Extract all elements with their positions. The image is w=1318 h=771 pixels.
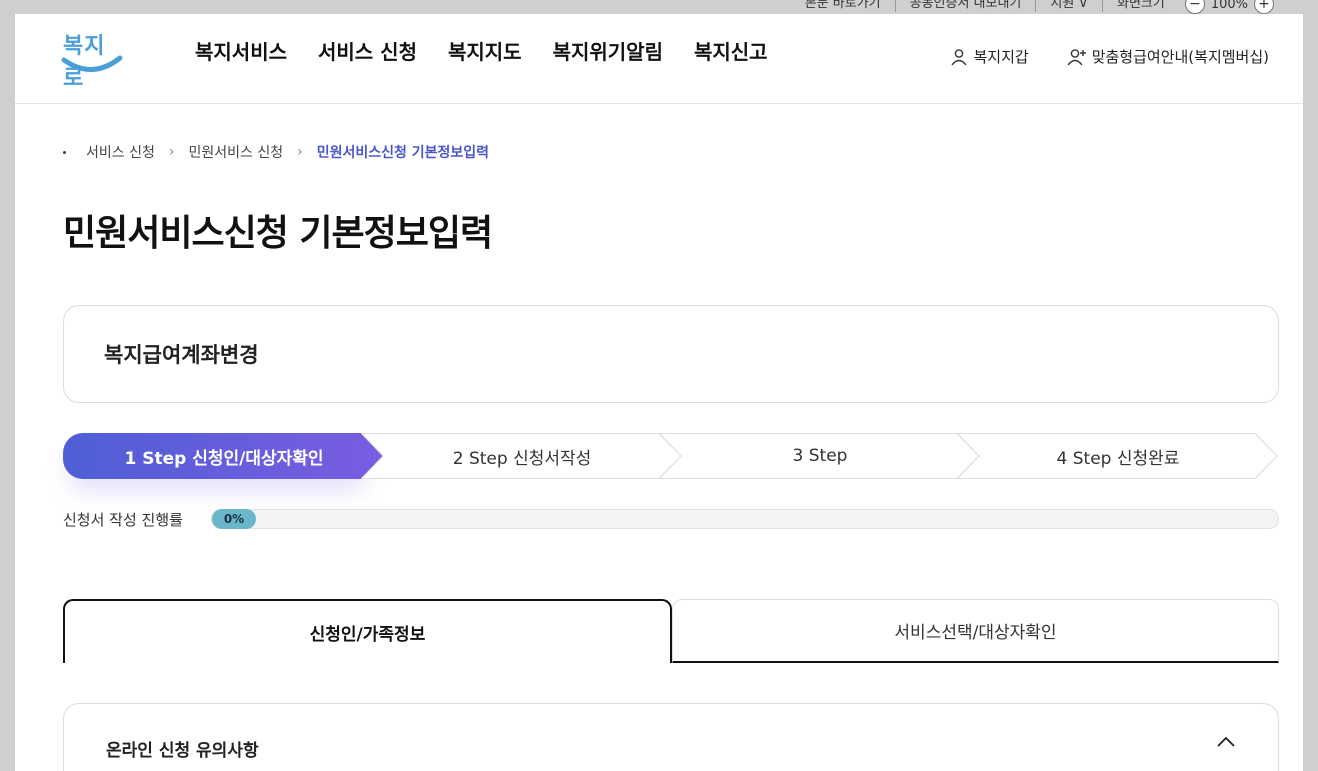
member-menu: 복지지갑 맞춤형급여안내(복지멤버십): [950, 46, 1269, 67]
form-tabs: 신청인/가족정보 서비스선택/대상자확인: [63, 599, 1279, 663]
support-dropdown[interactable]: 지원 ∨: [1036, 0, 1103, 12]
progress-track: 0%: [211, 509, 1279, 529]
welfare-wallet-label: 복지지갑: [973, 48, 1029, 66]
nav-welfare-map[interactable]: 복지지도: [448, 36, 522, 65]
breadcrumb-item-service-application[interactable]: 서비스 신청: [86, 142, 155, 162]
membership-link[interactable]: 맞춤형급여안내(복지멤버십): [1067, 46, 1269, 67]
zoom-in-button[interactable]: +: [1254, 0, 1274, 14]
logo-smile-icon: [61, 55, 123, 72]
breadcrumb-current: 민원서비스신청 기본정보입력: [316, 145, 490, 161]
step-1-label: 1 Step 신청인/대상자확인: [124, 448, 324, 469]
page: 복지로 복지서비스 서비스 신청 복지지도 복지위기알림 복지신고 복지지갑 맞…: [15, 14, 1303, 771]
membership-label: 맞춤형급여안내(복지멤버십): [1091, 48, 1269, 66]
utility-bar: 본문 바로가기 공동인증서 내보내기 지원 ∨ 화면크기 − 100% +: [0, 0, 1318, 14]
step-1: 1 Step 신청인/대상자확인: [63, 433, 385, 479]
step-2: 2 Step 신청서작성: [361, 433, 683, 479]
progress-fill: 0%: [212, 509, 256, 529]
user-icon: [951, 48, 968, 65]
tab-service-selection[interactable]: 서비스선택/대상자확인: [672, 599, 1279, 663]
user-add-icon: [1067, 48, 1086, 65]
site-logo[interactable]: 복지로: [61, 28, 125, 91]
screen-size-label: 화면크기: [1116, 0, 1165, 11]
step-3-label: 3 Step: [792, 446, 848, 466]
progress-label: 신청서 작성 진행률: [63, 510, 183, 529]
nav-welfare-services[interactable]: 복지서비스: [195, 36, 287, 65]
export-certificate-link[interactable]: 공동인증서 내보내기: [896, 0, 1037, 12]
step-indicator: 1 Step 신청인/대상자확인 2 Step 신청서작성 3 Step 4 S…: [63, 433, 1279, 493]
zoom-level: 100%: [1210, 0, 1248, 12]
breadcrumb: 서비스 신청 › 민원서비스 신청 › 민원서비스신청 기본정보입력: [63, 142, 489, 162]
step-4: 4 Step 신청완료: [957, 433, 1279, 479]
service-name: 복지급여계좌변경: [104, 343, 259, 367]
page-title: 민원서비스신청 기본정보입력: [63, 213, 493, 254]
skip-to-content-link[interactable]: 본문 바로가기: [791, 0, 896, 12]
online-notice-panel: 온라인 신청 유의사항: [63, 703, 1279, 771]
tab-applicant-family[interactable]: 신청인/가족정보: [63, 599, 672, 663]
zoom-out-button[interactable]: −: [1184, 0, 1205, 14]
nav-service-application[interactable]: 서비스 신청: [318, 36, 417, 65]
chevron-right-icon: ›: [168, 144, 175, 160]
chevron-up-icon[interactable]: [1216, 736, 1236, 748]
site-header: 복지로 복지서비스 서비스 신청 복지지도 복지위기알림 복지신고 복지지갑 맞…: [15, 14, 1303, 104]
main-nav: 복지서비스 서비스 신청 복지지도 복지위기알림 복지신고: [195, 36, 799, 65]
step-4-label: 4 Step 신청완료: [1056, 448, 1180, 469]
nav-welfare-report[interactable]: 복지신고: [694, 36, 768, 65]
breadcrumb-bullet: [63, 150, 66, 154]
notice-title: 온라인 신청 유의사항: [106, 741, 259, 761]
step-2-label: 2 Step 신청서작성: [452, 448, 592, 469]
service-name-box: 복지급여계좌변경: [63, 305, 1279, 403]
welfare-wallet-link[interactable]: 복지지갑: [950, 46, 1029, 67]
breadcrumb-item-civil-service[interactable]: 민원서비스 신청: [188, 142, 283, 162]
nav-welfare-crisis-alert[interactable]: 복지위기알림: [553, 36, 663, 65]
step-3: 3 Step: [659, 433, 981, 479]
chevron-right-icon: ›: [297, 144, 303, 160]
progress-section: 신청서 작성 진행률 0%: [63, 508, 1279, 530]
